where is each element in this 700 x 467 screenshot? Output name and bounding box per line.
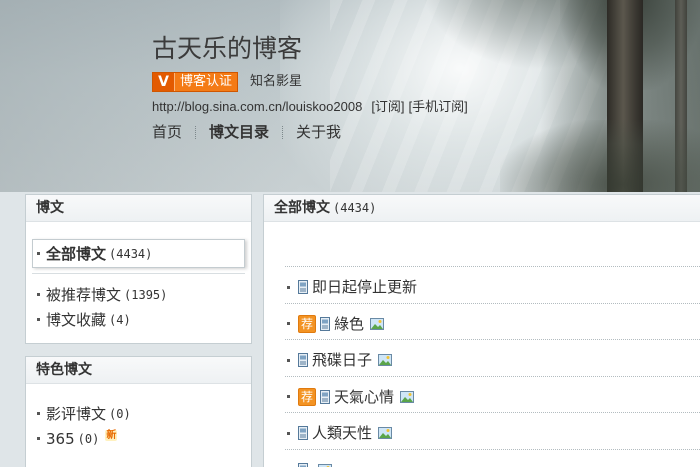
image-icon: [370, 317, 385, 330]
sidebar-item-favorites[interactable]: 博文收藏 (4): [37, 307, 167, 332]
image-icon: [318, 463, 332, 467]
banner-tree-trunk-small: [675, 0, 687, 192]
sidebar-item-movie-reviews[interactable]: 影评博文 (0): [37, 401, 131, 426]
bullet-icon: [287, 358, 290, 362]
banner-light-glow: [280, 0, 680, 192]
article-list-panel: 全部博文 (4434) 即日起停止更新荐綠色 飛碟日子荐天氣心情 人類天性: [263, 194, 700, 467]
article-row: 人類天性: [285, 412, 700, 449]
article-title-link[interactable]: 天氣心情: [334, 388, 394, 406]
sidebar-item-label: 全部博文: [46, 245, 107, 263]
bullet-icon: [37, 412, 40, 415]
banner-canopy: [560, 0, 700, 90]
document-icon: [298, 280, 308, 294]
article-row: 即日起停止更新: [285, 266, 700, 303]
article-title-link[interactable]: 人類天性: [312, 424, 372, 442]
document-icon: [320, 389, 330, 404]
document-icon: [298, 353, 308, 367]
sidebar-item-count: (4434): [109, 246, 153, 261]
banner-undergrowth: [500, 120, 700, 192]
verified-badge-label: 博客认证: [175, 73, 238, 91]
blog-header-banner: 古天乐的博客 V 博客认证 知名影星 http://blog.sina.com.…: [0, 0, 700, 192]
document-icon: [298, 280, 308, 294]
article-title-link[interactable]: 即日起停止更新: [312, 278, 417, 296]
document-icon: [298, 353, 308, 367]
article-list: 即日起停止更新荐綠色 飛碟日子荐天氣心情 人類天性: [285, 266, 700, 467]
bullet-icon: [287, 395, 290, 398]
sidebar-item-count: (4): [109, 312, 131, 327]
banner-shade: [0, 0, 300, 192]
bullet-icon: [287, 322, 290, 325]
sidebar-item-label[interactable]: 影评博文: [46, 403, 106, 424]
article-row: 飛碟日子: [285, 339, 700, 376]
subscribe-link[interactable]: [订阅]: [371, 99, 404, 114]
verified-v-icon: V: [153, 73, 175, 91]
bullet-icon: [287, 285, 290, 289]
sidebar-item-count: (0): [109, 406, 131, 421]
image-icon: [400, 390, 415, 403]
nav-separator: [282, 125, 284, 139]
article-list-title: 全部博文: [274, 200, 330, 216]
sidebar-item-count: (1395): [124, 287, 168, 302]
image-icon: [378, 354, 393, 366]
article-row: 荐天氣心情: [285, 375, 700, 413]
article-list-count: (4434): [333, 201, 377, 215]
sidebar-featured-panel: 特色博文 影评博文 (0) 365 (0) 新: [25, 356, 252, 467]
sidebar-divider: [32, 273, 245, 274]
bullet-icon: [37, 318, 40, 321]
sidebar-item-recommended[interactable]: 被推荐博文 (1395): [37, 282, 167, 307]
article-title-link[interactable]: 飛碟日子: [312, 351, 372, 369]
blogger-tagline: 知名影星: [250, 74, 303, 89]
recommended-badge[interactable]: 荐: [298, 314, 316, 333]
article-list-header: 全部博文 (4434): [264, 195, 700, 222]
document-icon: [298, 462, 308, 467]
sidebar-articles-title: 博文: [26, 195, 251, 222]
image-icon: [400, 390, 415, 403]
sidebar-item-label[interactable]: 365: [46, 430, 75, 448]
document-icon: [320, 316, 330, 331]
blog-nav: 首页 博文目录 关于我: [152, 122, 341, 142]
sidebar-featured-list: 影评博文 (0) 365 (0) 新: [37, 401, 131, 451]
blog-title[interactable]: 古天乐的博客: [152, 33, 302, 65]
sidebar-item-all-articles[interactable]: 全部博文 (4434): [32, 239, 245, 268]
sidebar-featured-title: 特色博文: [26, 357, 251, 384]
new-badge-icon: 新: [105, 430, 118, 441]
bullet-icon: [287, 431, 290, 435]
recommended-badge[interactable]: 荐: [298, 387, 316, 406]
nav-separator: [195, 125, 197, 139]
image-icon: [378, 427, 393, 439]
nav-about-me[interactable]: 关于我: [296, 122, 341, 142]
document-icon: [298, 462, 308, 467]
sidebar-articles-panel: 博文 全部博文 (4434) 被推荐博文 (1395) 博文收藏 (4): [25, 194, 252, 344]
image-icon: [318, 463, 332, 467]
nav-home[interactable]: 首页: [152, 122, 182, 142]
article-row: 荐綠色: [285, 302, 700, 340]
article-row: [285, 448, 700, 467]
sidebar-item-label[interactable]: 博文收藏: [46, 309, 106, 330]
verified-badge[interactable]: V 博客认证: [152, 72, 239, 92]
sidebar-item-label[interactable]: 被推荐博文: [46, 284, 121, 305]
image-icon: [370, 317, 385, 330]
mobile-subscribe-link[interactable]: [手机订阅]: [409, 99, 468, 114]
banner-forest: [540, 0, 700, 192]
sidebar-item-count: (0): [77, 431, 100, 446]
blog-url-line: http://blog.sina.com.cn/louiskoo2008 [订阅]…: [152, 98, 468, 116]
sidebar-item-365[interactable]: 365 (0) 新: [37, 426, 131, 451]
blog-url-link[interactable]: http://blog.sina.com.cn/louiskoo2008: [152, 99, 362, 114]
image-icon: [378, 354, 393, 366]
banner-tree-trunk: [607, 0, 643, 192]
bullet-icon: [37, 293, 40, 296]
article-title-link[interactable]: 綠色: [334, 315, 364, 333]
image-icon: [378, 427, 393, 439]
document-icon: [320, 316, 330, 331]
document-icon: [320, 389, 330, 404]
nav-article-list[interactable]: 博文目录: [209, 122, 269, 142]
banner-light-beams: [330, 0, 630, 192]
banner-branches: [420, 0, 620, 70]
bullet-icon: [37, 252, 40, 255]
document-icon: [298, 426, 308, 440]
bullet-icon: [37, 437, 40, 440]
document-icon: [298, 426, 308, 440]
sidebar-articles-list: 被推荐博文 (1395) 博文收藏 (4): [37, 282, 167, 332]
